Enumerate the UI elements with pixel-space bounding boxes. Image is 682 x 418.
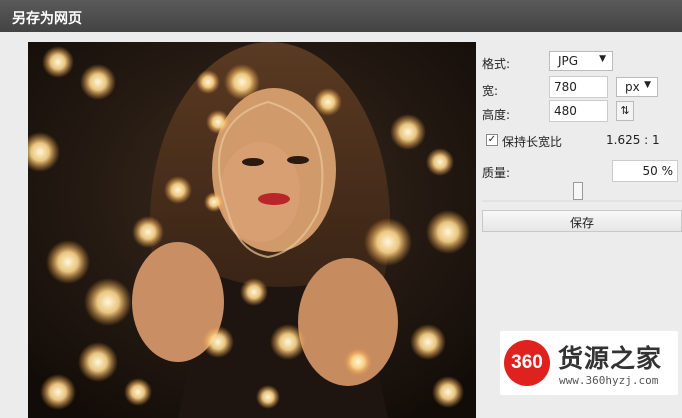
photo-preview	[28, 42, 476, 418]
quality-slider-thumb[interactable]	[573, 182, 583, 200]
quality-field[interactable]: 50 %	[612, 160, 678, 182]
chevron-down-icon: ▼	[599, 54, 606, 64]
swap-icon: ⇅	[620, 104, 630, 117]
unit-select[interactable]: px ▼	[616, 77, 658, 97]
width-field[interactable]: 780	[549, 76, 608, 98]
watermark-badge: 360	[504, 340, 550, 386]
height-label: 高度:	[482, 108, 511, 122]
quality-slider[interactable]	[482, 200, 682, 202]
unit-value: px	[625, 80, 640, 94]
watermark: 360 货源之家 www.360hyzj.com	[500, 331, 678, 395]
watermark-title: 货源之家	[558, 344, 663, 373]
format-value: JPG	[558, 54, 579, 68]
swap-dimensions-button[interactable]: ⇅	[616, 101, 634, 121]
dialog-title: 另存为网页	[0, 0, 682, 32]
check-icon: ✓	[487, 134, 497, 145]
image-preview	[28, 42, 476, 418]
height-field[interactable]: 480	[549, 100, 608, 122]
keep-ratio-label: 保持长宽比	[502, 135, 563, 149]
watermark-url: www.360hyzj.com	[559, 374, 659, 387]
ratio-value: 1.625 : 1	[606, 133, 660, 147]
format-select[interactable]: JPG ▼	[549, 51, 613, 71]
keep-ratio-checkbox[interactable]: ✓	[486, 134, 498, 146]
width-label: 宽:	[482, 84, 499, 98]
chevron-down-icon: ▼	[644, 80, 651, 90]
quality-label: 质量:	[482, 166, 511, 180]
save-button[interactable]: 保存	[482, 210, 682, 232]
format-label: 格式:	[482, 57, 511, 71]
